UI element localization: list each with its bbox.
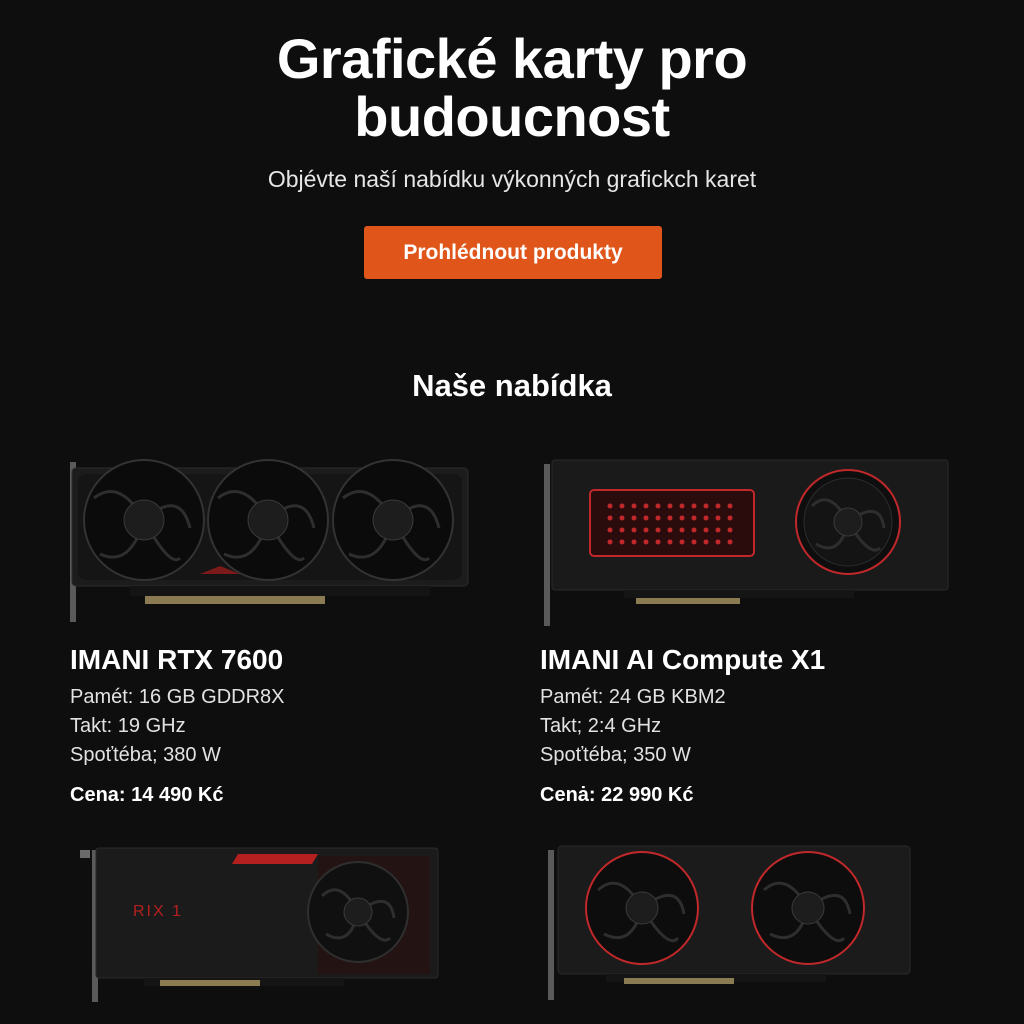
gpu-blower-compute-icon [544,459,949,626]
product-clock: Takt; 2:4 GHz [540,715,662,737]
product-memory: Pamét: 24 GB KBM2 [540,686,726,708]
product-power: Spoťtéba; 350 W [540,744,691,766]
price-label: Cenȧ: [540,784,596,806]
product-price: Cenȧ: 22 990 Kć [540,784,693,807]
product-name: IMANI RTX 7600 [70,644,284,675]
hero-subtitle: Objévte naší nabídku výkonných grafickch… [267,166,757,192]
product-name: IMANI AI Compute X1 [540,644,826,675]
product-memory: Pamét: 16 GB GDDR8X [70,686,285,708]
browse-products-button[interactable]: Prohlédnout produkty [364,226,662,279]
section-title: Naše nabídka [412,368,612,403]
price-label: Cena: [70,784,126,806]
product-card[interactable] [546,842,926,1024]
price-value: 22 990 Kć [601,784,694,806]
price-value: 14 490 Kć [131,784,224,806]
product-price: Cena: 14 490 Kć [70,784,223,807]
hero-title-line2: budoucnost [354,85,670,148]
product-power: Spoťtéba; 380 W [70,744,221,766]
product-card[interactable]: RIX 1 [78,842,458,1024]
hero-title-line1: Grafické karty pro [276,27,748,90]
card-badge-text: RIX 1 [133,903,183,920]
product-clock: Takt: 19 GHz [70,715,186,737]
hero-title: Grafické karty pro budoucnost [0,30,1024,146]
product-card[interactable]: IMANI RTX 7600 Pamét: 16 GB GDDR8X Takt:… [70,458,490,814]
product-card[interactable]: IMANI AI Compute X1 Pamét: 24 GB KBM2 Ta… [540,458,960,814]
gpu-dual-fan-icon [548,845,911,1000]
gpu-triple-fan-icon [70,459,469,622]
gpu-blower-icon: RIX 1 [80,847,439,1002]
